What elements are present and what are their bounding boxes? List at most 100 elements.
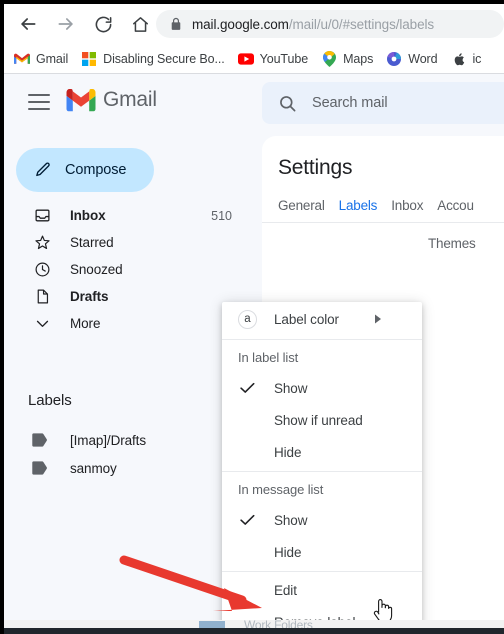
reload-button[interactable] (89, 10, 117, 38)
menu-group-in-message-list: In message list (222, 474, 422, 504)
menu-group-heading: In message list (238, 481, 324, 497)
menu-item-label: Show (274, 380, 308, 396)
sidebar-item-snoozed[interactable]: Snoozed (4, 256, 262, 283)
gmail-logo[interactable]: Gmail (66, 88, 157, 112)
compose-button[interactable]: Compose (16, 148, 154, 192)
google-maps-pin-icon (321, 51, 337, 67)
menu-item-label-color[interactable]: a Label color (222, 302, 422, 336)
bookmark-disabling-secure-boot[interactable]: Disabling Secure Bo... (81, 51, 225, 67)
gmail-envelope-icon (14, 51, 30, 67)
gmail-m-logo-icon (66, 88, 96, 112)
tab-inbox[interactable]: Inbox (391, 198, 423, 213)
browser-toolbar: mail.google.com/mail/u/0/#settings/label… (4, 4, 504, 44)
gmail-logo-text: Gmail (103, 88, 157, 111)
star-icon (32, 233, 52, 253)
forward-arrow-icon (56, 14, 76, 34)
menu-item-edit[interactable]: Edit (222, 574, 422, 606)
settings-tab-bar-overflow: Themes (428, 236, 490, 251)
microsoft-windows-icon (81, 51, 97, 67)
clock-icon (32, 260, 52, 280)
bookmark-youtube[interactable]: YouTube (237, 51, 309, 67)
menu-item-label: Show if unread (274, 412, 363, 428)
bookmark-label: ic (472, 52, 482, 66)
inbox-unread-count: 510 (211, 208, 232, 223)
hamburger-menu-icon[interactable] (28, 91, 54, 113)
sidebar-item-inbox[interactable]: Inbox 510 (4, 202, 262, 229)
search-input[interactable]: Search mail (262, 82, 504, 124)
menu-item-label-list-show-if-unread[interactable]: Show if unread (222, 404, 422, 436)
sidebar-item-label: Snoozed (70, 262, 123, 277)
browser-chrome: mail.google.com/mail/u/0/#settings/label… (4, 4, 504, 74)
sidebar-item-label: Drafts (70, 289, 109, 304)
sidebar-item-label: Starred (70, 235, 114, 250)
label-tag-icon (32, 430, 52, 450)
menu-group-heading: In label list (238, 349, 299, 365)
back-arrow-icon (18, 14, 38, 34)
gmail-app: Gmail Search mail Compose Inbox 510 Star… (4, 74, 504, 630)
desktop-taskbar-sliver: Work Folders (4, 620, 504, 634)
bookmarks-bar: Gmail Disabling Secure Bo... YouTube Map… (4, 44, 504, 74)
sidebar-item-starred[interactable]: Starred (4, 229, 262, 256)
menu-divider (222, 571, 422, 572)
bookmark-label: Gmail (36, 52, 69, 66)
label-item-label: sanmoy (70, 460, 117, 476)
sidebar-item-label: Inbox (70, 208, 106, 223)
tab-general[interactable]: General (278, 198, 325, 213)
checkmark-icon (238, 511, 256, 529)
bookmark-label: Disabling Secure Bo... (103, 52, 225, 66)
tab-labels[interactable]: Labels (339, 198, 378, 213)
menu-item-label-list-hide[interactable]: Hide (222, 436, 422, 468)
gmail-header: Gmail Search mail (4, 74, 504, 130)
tab-themes[interactable]: Themes (428, 236, 476, 251)
menu-item-message-list-hide[interactable]: Hide (222, 536, 422, 568)
screenshot-root: mail.google.com/mail/u/0/#settings/label… (0, 0, 504, 634)
menu-item-label: Hide (274, 544, 302, 560)
url-domain: mail.google.com (192, 16, 289, 32)
pencil-icon (34, 161, 52, 179)
settings-tab-bar: General Labels Inbox Accou (278, 198, 488, 213)
address-bar-url: mail.google.com/mail/u/0/#settings/label… (192, 17, 434, 32)
menu-item-label: Label color (274, 311, 339, 327)
submenu-arrow-icon (374, 314, 382, 324)
padlock-icon (170, 17, 182, 31)
home-house-icon (131, 15, 150, 34)
back-button[interactable] (14, 10, 42, 38)
menu-group-in-label-list: In label list (222, 342, 422, 372)
reload-arrow-icon (94, 15, 113, 34)
bookmark-label: Maps (343, 52, 374, 66)
inbox-icon (32, 206, 52, 226)
menu-divider (222, 471, 422, 472)
forward-button[interactable] (52, 10, 80, 38)
url-path: /mail/u/0/#settings/labels (288, 16, 435, 32)
label-color-swatch: a (238, 309, 257, 329)
label-tag-icon (32, 458, 52, 478)
taskbar-dark-band (4, 628, 504, 634)
draft-file-icon (32, 287, 52, 307)
settings-tab-divider (262, 222, 504, 223)
chevron-down-icon (32, 314, 52, 334)
search-icon (278, 94, 297, 113)
tab-accounts[interactable]: Accou (437, 198, 474, 213)
menu-divider (222, 339, 422, 340)
label-item-label: [Imap]/Drafts (70, 432, 146, 448)
bookmark-gmail[interactable]: Gmail (14, 51, 68, 67)
compose-label: Compose (65, 162, 127, 178)
bookmark-word[interactable]: Word (386, 51, 438, 67)
menu-item-label-list-show[interactable]: Show (222, 372, 422, 404)
menu-item-message-list-show[interactable]: Show (222, 504, 422, 536)
page-title: Settings (278, 156, 353, 179)
menu-item-label: Hide (274, 444, 302, 460)
microsoft-word-icon (386, 51, 402, 67)
search-placeholder: Search mail (312, 95, 388, 111)
bookmark-label: YouTube (259, 52, 309, 66)
label-context-menu: a Label color In label list Show Show if… (222, 302, 422, 630)
labels-section-heading: Labels (28, 392, 72, 409)
youtube-play-icon (237, 51, 254, 67)
bookmark-maps[interactable]: Maps (321, 51, 373, 67)
menu-item-label: Edit (274, 582, 297, 598)
address-bar[interactable]: mail.google.com/mail/u/0/#settings/label… (156, 10, 504, 38)
bookmark-icloud[interactable]: ic (450, 51, 481, 67)
sidebar-item-label: More (70, 316, 101, 331)
bookmark-label: Word (408, 52, 438, 66)
home-button[interactable] (126, 10, 154, 38)
